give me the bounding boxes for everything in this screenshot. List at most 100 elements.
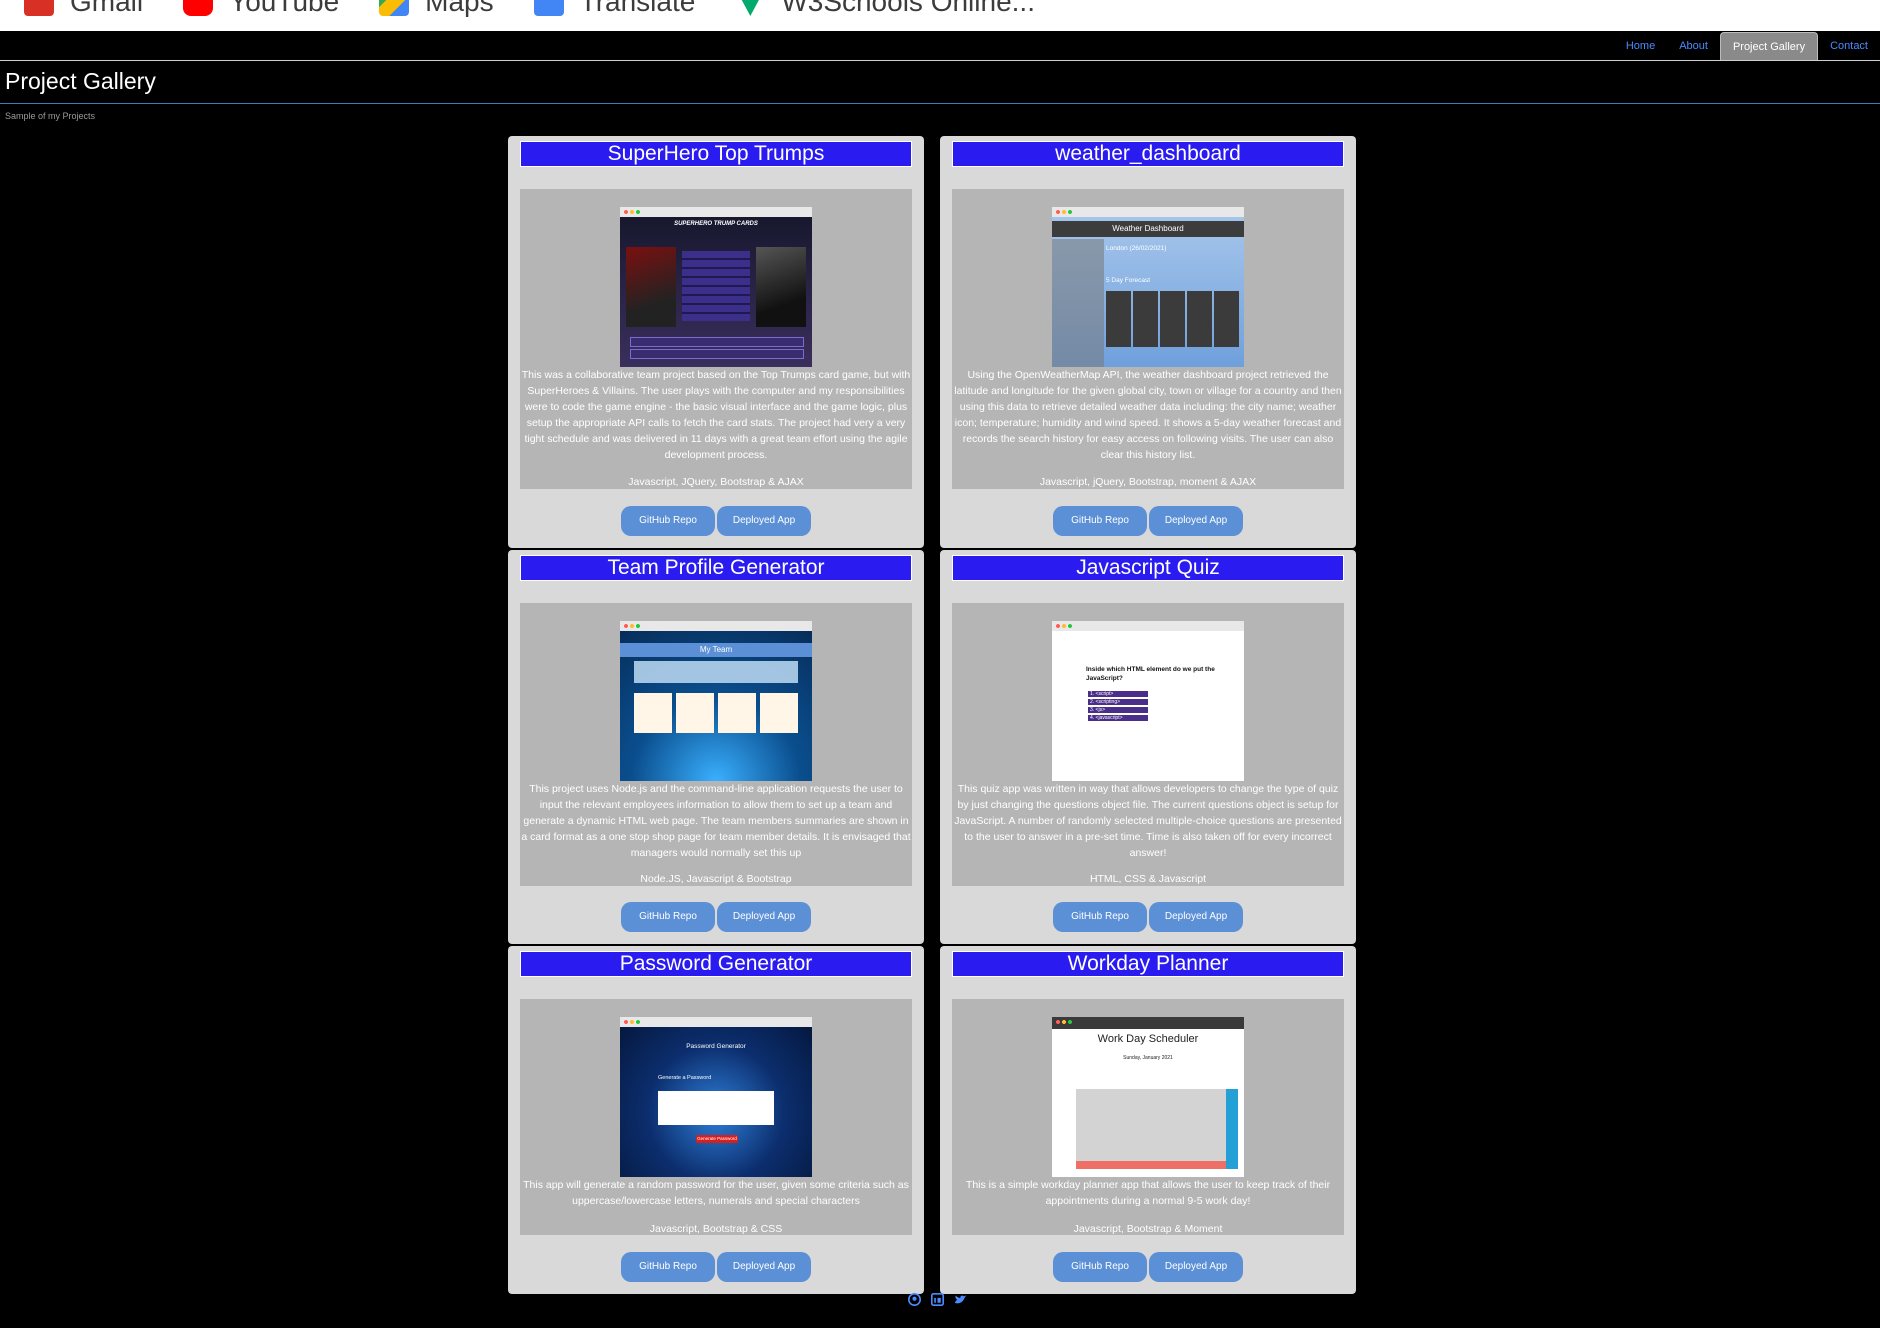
nav-home[interactable]: Home	[1614, 32, 1667, 60]
deployed-app-button[interactable]: Deployed App	[1149, 902, 1243, 932]
project-body: Weather Dashboard London (26/02/2021) 5 …	[952, 189, 1344, 489]
current-hour-row	[1076, 1161, 1226, 1169]
quiz-option: 4. <javascript>	[1088, 715, 1148, 721]
github-repo-button[interactable]: GitHub Repo	[621, 506, 715, 536]
project-screenshot: My Team	[620, 621, 812, 781]
nav-links: Home About Project Gallery Contact	[1614, 32, 1880, 60]
nav-about[interactable]: About	[1667, 32, 1720, 60]
browser-bar	[620, 207, 812, 217]
project-body: My Team This project uses Node.js and th…	[520, 603, 912, 886]
screenshot-subheading: Generate a Password	[658, 1075, 712, 1081]
project-description: This quiz app was written in way that al…	[954, 783, 1342, 859]
password-display	[658, 1091, 774, 1125]
save-column	[1226, 1089, 1238, 1169]
deployed-app-button[interactable]: Deployed App	[1149, 506, 1243, 536]
browser-bar	[1052, 1017, 1244, 1029]
project-card: SuperHero Top Trumps SUPERHERO TRUMP CAR…	[508, 136, 924, 548]
project-tech: Javascript, JQuery, Bootstrap & AJAX	[628, 476, 804, 488]
screenshot-subheading: Sunday, January 2021	[1123, 1055, 1173, 1061]
project-card: Workday Planner Work Day Scheduler Sunda…	[940, 946, 1356, 1294]
project-description: This was a collaborative team project ba…	[521, 369, 911, 461]
project-description: Using the OpenWeatherMap API, the weathe…	[954, 369, 1342, 461]
project-tech: Node.JS, Javascript & Bootstrap	[640, 873, 792, 885]
browser-bar	[1052, 621, 1244, 631]
project-screenshot: SUPERHERO TRUMP CARDS	[620, 207, 812, 367]
project-body: Work Day Scheduler Sunday, January 2021 …	[952, 999, 1344, 1235]
project-description: This project uses Node.js and the comman…	[521, 783, 911, 859]
project-card: Password Generator Password Generator Ge…	[508, 946, 924, 1294]
restart-bar	[630, 349, 804, 359]
team-roles-row	[634, 661, 798, 683]
bookmark-label: Gmail	[70, 0, 144, 17]
github-repo-button[interactable]: GitHub Repo	[621, 1252, 715, 1282]
project-screenshot: Password Generator Generate a Password G…	[620, 1017, 812, 1177]
bookmark-gmail[interactable]: Gmail	[24, 0, 143, 18]
deployed-app-button[interactable]: Deployed App	[1149, 1252, 1243, 1282]
github-repo-button[interactable]: GitHub Repo	[621, 902, 715, 932]
project-title: Team Profile Generator	[520, 555, 912, 581]
nav-contact[interactable]: Contact	[1818, 32, 1880, 60]
deployed-app-button[interactable]: Deployed App	[717, 1252, 811, 1282]
project-title: Password Generator	[520, 951, 912, 977]
project-buttons: GitHub Repo Deployed App	[508, 902, 924, 932]
project-body: Password Generator Generate a Password G…	[520, 999, 912, 1235]
github-icon[interactable]	[908, 1293, 921, 1306]
translate-icon	[533, 0, 564, 16]
timeblock-rows	[1076, 1089, 1226, 1169]
project-card: weather_dashboard Weather Dashboard Lond…	[940, 136, 1356, 548]
gmail-icon	[24, 0, 54, 16]
w3schools-icon	[735, 0, 766, 16]
project-screenshot: Inside which HTML element do we put the …	[1052, 621, 1244, 781]
bookmark-youtube[interactable]: YouTube	[183, 0, 339, 18]
github-repo-button[interactable]: GitHub Repo	[1053, 1252, 1147, 1282]
title-divider	[0, 103, 1880, 104]
screenshot-heading: My Team	[699, 645, 733, 654]
deployed-app-button[interactable]: Deployed App	[717, 902, 811, 932]
maps-icon	[379, 0, 410, 16]
forecast-cards	[1106, 291, 1240, 347]
screenshot-heading: SUPERHERO TRUMP CARDS	[674, 221, 758, 227]
project-screenshot: Work Day Scheduler Sunday, January 2021	[1052, 1017, 1244, 1177]
screenshot-forecast-label: 5 Day Forecast	[1106, 277, 1151, 284]
bookmark-label: W3Schools Online...	[781, 0, 1035, 17]
team-member-cards	[634, 693, 798, 733]
twitter-icon[interactable]	[954, 1293, 967, 1306]
project-buttons: GitHub Repo Deployed App	[940, 902, 1356, 932]
bookmark-label: YouTube	[229, 0, 340, 17]
bookmark-w3schools[interactable]: W3Schools Online...	[735, 0, 1035, 18]
quiz-option: 3. <js>	[1088, 707, 1148, 713]
project-title: Javascript Quiz	[952, 555, 1344, 581]
quiz-question: Inside which HTML element do we put the …	[1086, 666, 1215, 682]
nav-project-gallery[interactable]: Project Gallery	[1719, 32, 1819, 60]
project-title: Workday Planner	[952, 951, 1344, 977]
bookmark-label: Translate	[579, 0, 696, 17]
quiz-option: 2. <scripting>	[1088, 699, 1148, 705]
github-repo-button[interactable]: GitHub Repo	[1053, 902, 1147, 932]
browser-bar	[1052, 207, 1244, 217]
screenshot-heading: Password Generator	[686, 1043, 746, 1050]
bookmark-translate[interactable]: Translate	[533, 0, 696, 18]
screenshot-heading: Work Day Scheduler	[1097, 1033, 1199, 1045]
page-subtitle: Sample of my Projects	[5, 111, 96, 121]
project-tech: Javascript, Bootstrap & Moment	[1073, 1223, 1223, 1235]
linkedin-icon[interactable]	[931, 1293, 944, 1306]
bookmarks-bar: Gmail YouTube Maps Translate W3Schools O…	[0, 0, 1880, 32]
project-description: This is a simple workday planner app tha…	[965, 1179, 1331, 1207]
footer-social	[908, 1293, 967, 1306]
project-buttons: GitHub Repo Deployed App	[508, 506, 924, 536]
deployed-app-button[interactable]: Deployed App	[717, 506, 811, 536]
youtube-icon	[183, 0, 214, 16]
project-description: This app will generate a random password…	[523, 1179, 909, 1207]
project-card: Javascript Quiz Inside which HTML elemen…	[940, 550, 1356, 944]
project-title: SuperHero Top Trumps	[520, 141, 912, 167]
villain-card-art	[756, 247, 806, 327]
screenshot-heading: Weather Dashboard	[1112, 224, 1184, 233]
project-body: Inside which HTML element do we put the …	[952, 603, 1344, 886]
bookmark-maps[interactable]: Maps	[379, 0, 494, 18]
generate-button-preview: Generate Password	[696, 1135, 738, 1143]
project-buttons: GitHub Repo Deployed App	[508, 1252, 924, 1282]
github-repo-button[interactable]: GitHub Repo	[1053, 506, 1147, 536]
page-title: Project Gallery	[5, 68, 156, 94]
hero-card-art	[626, 247, 676, 327]
project-buttons: GitHub Repo Deployed App	[940, 1252, 1356, 1282]
